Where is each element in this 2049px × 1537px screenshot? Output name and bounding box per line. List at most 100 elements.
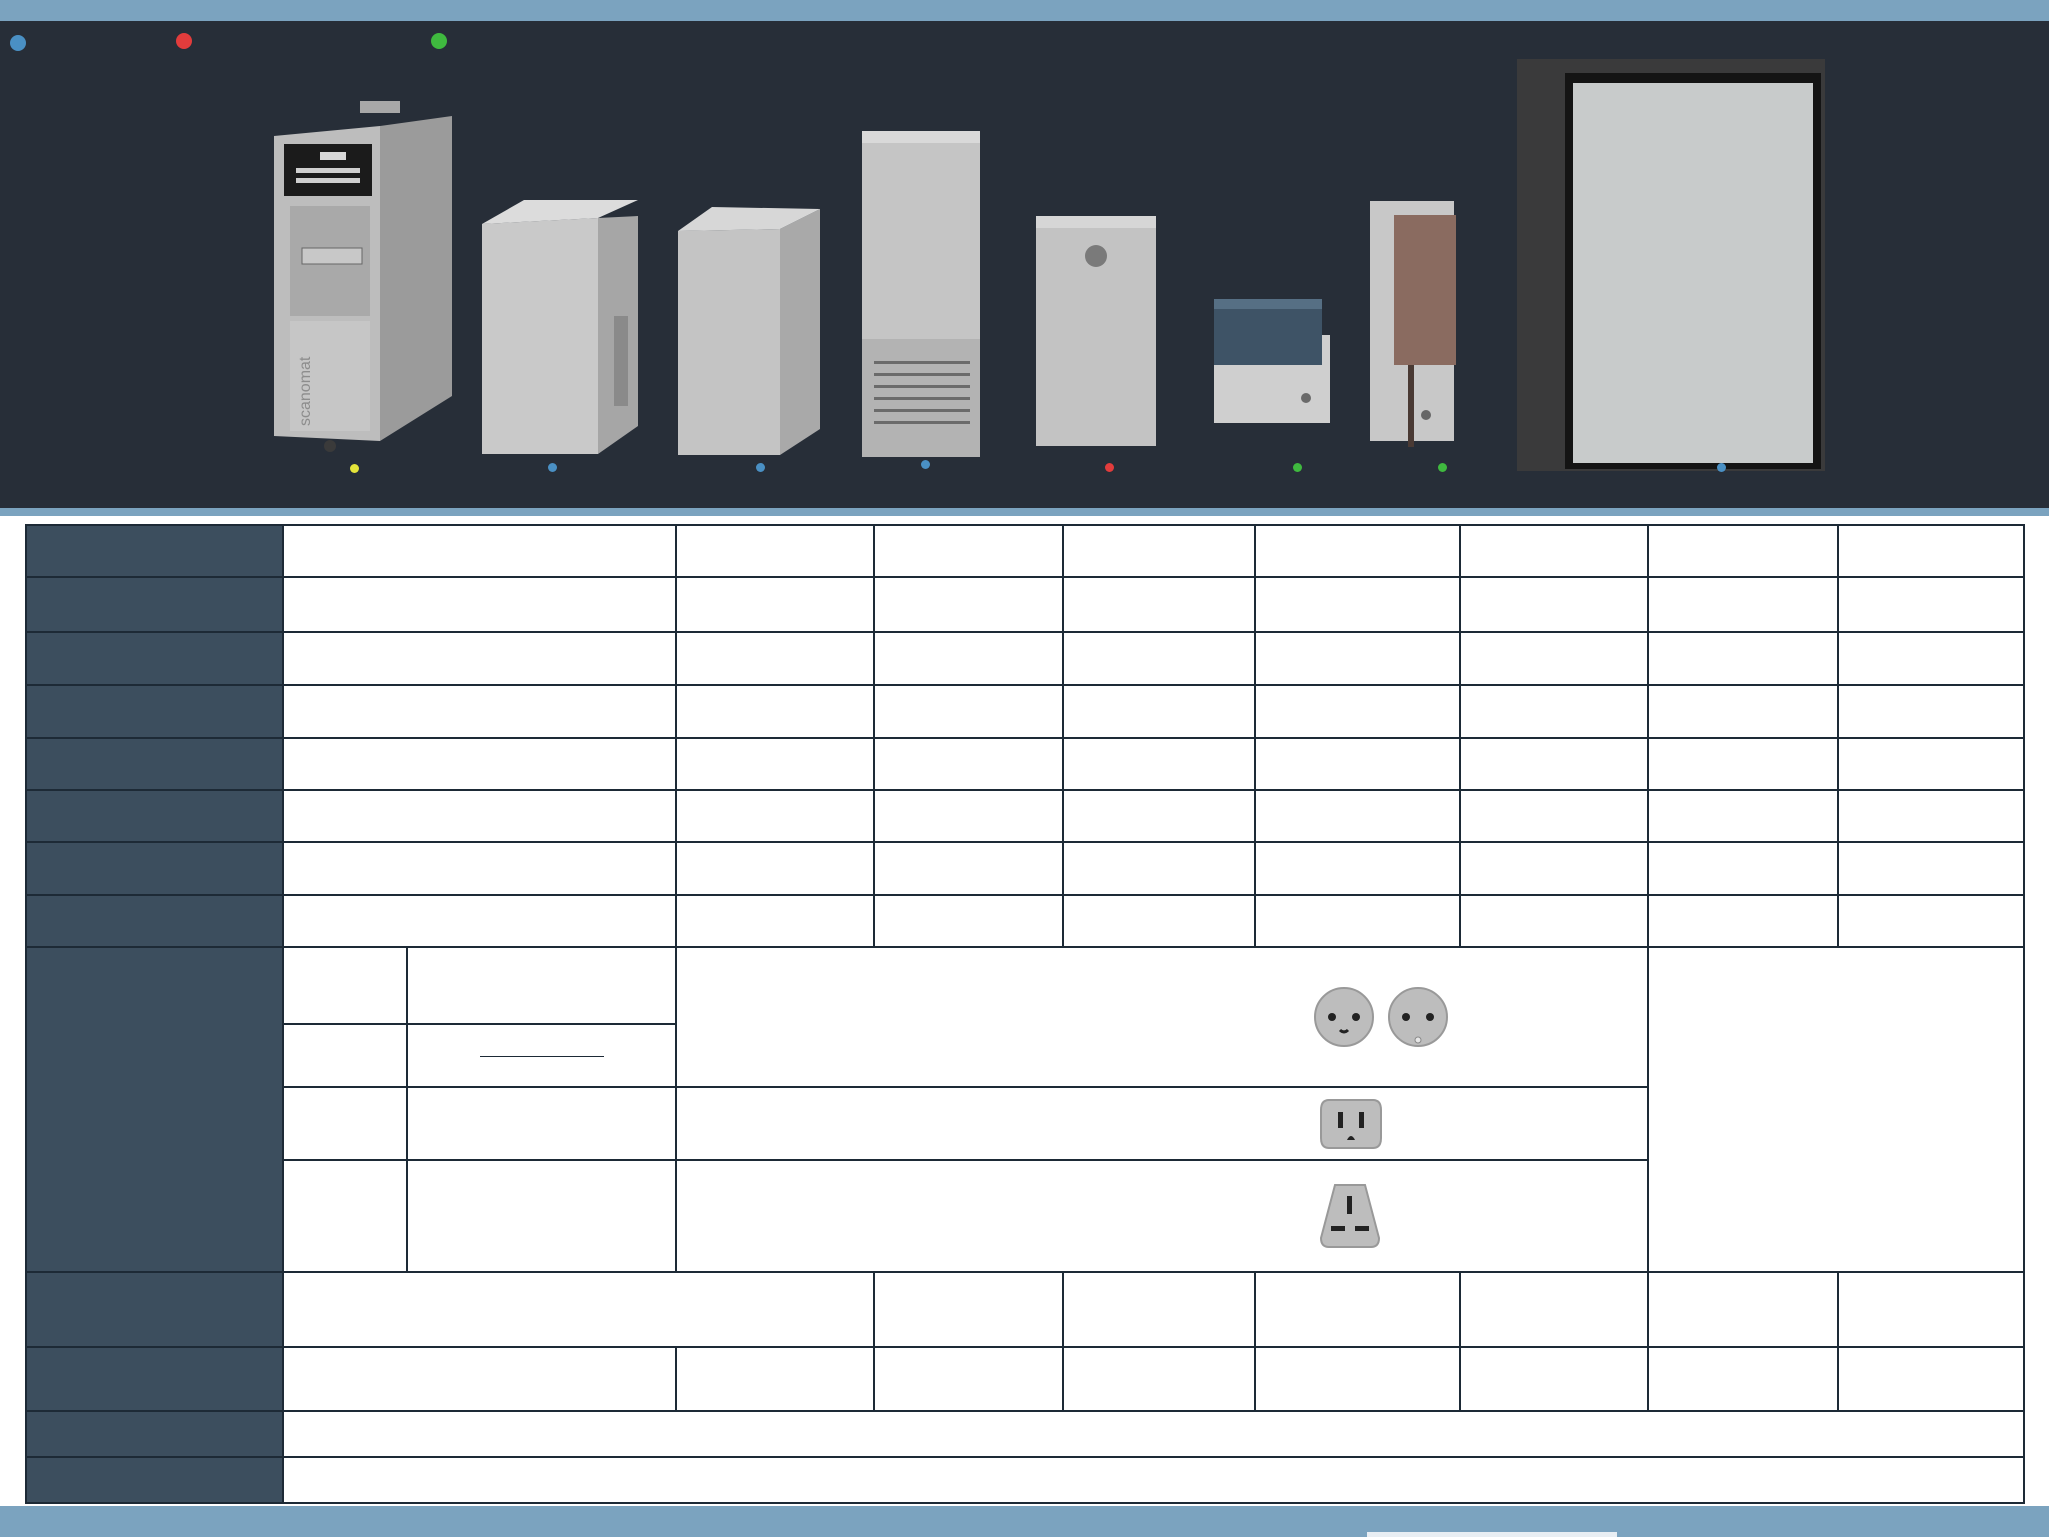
product-4-badge <box>921 460 930 469</box>
spec-cell <box>1837 894 2025 948</box>
legend-dot-green <box>431 33 447 49</box>
spec-cell <box>1254 894 1461 948</box>
spec-cell <box>1837 684 2025 739</box>
spec-cell <box>873 576 1064 633</box>
spec-cell <box>873 1271 1064 1348</box>
spec-cell <box>1459 576 1649 633</box>
spec-cell <box>1647 789 1839 843</box>
product-hero-banner: scanomat <box>0 21 2049 508</box>
spec-cell <box>1254 576 1461 633</box>
us-nema-plug-icon <box>1320 1098 1382 1149</box>
row-header-2 <box>25 576 284 633</box>
spec-cell <box>675 524 875 578</box>
spec-cell <box>1647 524 1839 578</box>
spec-row-7 <box>25 841 2025 896</box>
spec-cell <box>282 841 677 896</box>
spec-cell <box>282 631 677 686</box>
topbrewer-brand-text: scanomat <box>297 356 314 426</box>
us-plug-cell <box>675 1086 1649 1161</box>
bottom-tab-marker <box>1367 1532 1617 1537</box>
uk-plug-cell <box>675 1159 1649 1273</box>
glass-top-unit-image <box>1214 299 1330 423</box>
spec-cell <box>1062 1271 1256 1348</box>
spec-cell <box>675 684 875 739</box>
spec-cell <box>1837 1271 2025 1348</box>
power-spec-cell <box>406 1023 677 1088</box>
spec-cell <box>282 576 677 633</box>
spec-row-2 <box>25 576 2025 633</box>
legend-dot-red <box>176 33 192 49</box>
spec-row-1 <box>25 524 2025 578</box>
spec-cell <box>1647 1271 1839 1348</box>
spec-cell <box>873 684 1064 739</box>
spec-cell <box>873 789 1064 843</box>
spec-cell <box>1459 631 1649 686</box>
spec-cell <box>675 576 875 633</box>
spec-cell <box>1647 1346 1839 1412</box>
product-1-badge <box>350 464 359 473</box>
spec-cell <box>1254 631 1461 686</box>
spec-cell <box>1459 894 1649 948</box>
row-header-12 <box>25 1410 284 1458</box>
power-note-cell <box>1647 946 2025 1273</box>
spec-cell <box>1837 631 2025 686</box>
spec-cell <box>282 789 677 843</box>
spec-cell <box>1837 576 2025 633</box>
spec-row-6 <box>25 789 2025 843</box>
row-header-3 <box>25 631 284 686</box>
spec-cell <box>873 1346 1064 1412</box>
product-3-badge <box>756 463 765 472</box>
spec-cell <box>1062 1346 1256 1412</box>
spec-row-10 <box>25 1271 2025 1348</box>
spec-cell <box>873 524 1064 578</box>
spec-cell <box>1647 737 1839 791</box>
spec-cell <box>675 841 875 896</box>
underlined-value <box>479 1055 604 1057</box>
spec-cell <box>1647 631 1839 686</box>
spec-cell <box>1837 841 2025 896</box>
spec-cell <box>873 894 1064 948</box>
spec-cell <box>282 684 677 739</box>
spec-cell <box>1647 894 1839 948</box>
power-spec-cell <box>406 1086 677 1161</box>
spec-cell <box>873 737 1064 791</box>
spec-cell <box>1254 789 1461 843</box>
cabinet-box-image <box>678 207 820 455</box>
spec-cell <box>1647 841 1839 896</box>
tall-cabinet-image <box>862 131 980 457</box>
row-header-1 <box>25 524 284 578</box>
boiler-unit-image <box>1036 216 1156 446</box>
row-header-power <box>25 946 284 1273</box>
spec-cell <box>1062 841 1256 896</box>
power-spec-cell <box>406 946 677 1025</box>
row-header-11 <box>25 1346 284 1412</box>
spec-cell <box>1647 576 1839 633</box>
large-dark-cabinet-image <box>1517 59 1825 471</box>
spec-cell <box>1459 684 1649 739</box>
spec-cell <box>282 894 677 948</box>
spec-row-4 <box>25 684 2025 739</box>
tap-tower-image <box>1370 201 1456 447</box>
spec-cell <box>1254 737 1461 791</box>
spec-cell <box>1459 841 1649 896</box>
spec-cell <box>675 1346 875 1412</box>
schuko-plug-icon <box>1314 987 1375 1047</box>
row-header-7 <box>25 841 284 896</box>
spec-cell <box>675 894 875 948</box>
spec-cell <box>282 737 677 791</box>
spec-cell <box>1062 894 1256 948</box>
spec-cell <box>1254 524 1461 578</box>
spec-cell <box>1837 789 2025 843</box>
spec-cell <box>1459 1346 1649 1412</box>
power-row-1 <box>25 946 2025 1273</box>
spec-cell <box>675 789 875 843</box>
product-2-badge <box>548 463 557 472</box>
spec-cell <box>1254 1271 1461 1348</box>
spec-cell <box>675 737 875 791</box>
power-spec-cell <box>406 1159 677 1273</box>
spec-cell <box>1062 631 1256 686</box>
row-header-5 <box>25 737 284 791</box>
power-region-cell <box>282 946 408 1025</box>
spec-cell <box>282 524 677 578</box>
spec-cell <box>1459 737 1649 791</box>
